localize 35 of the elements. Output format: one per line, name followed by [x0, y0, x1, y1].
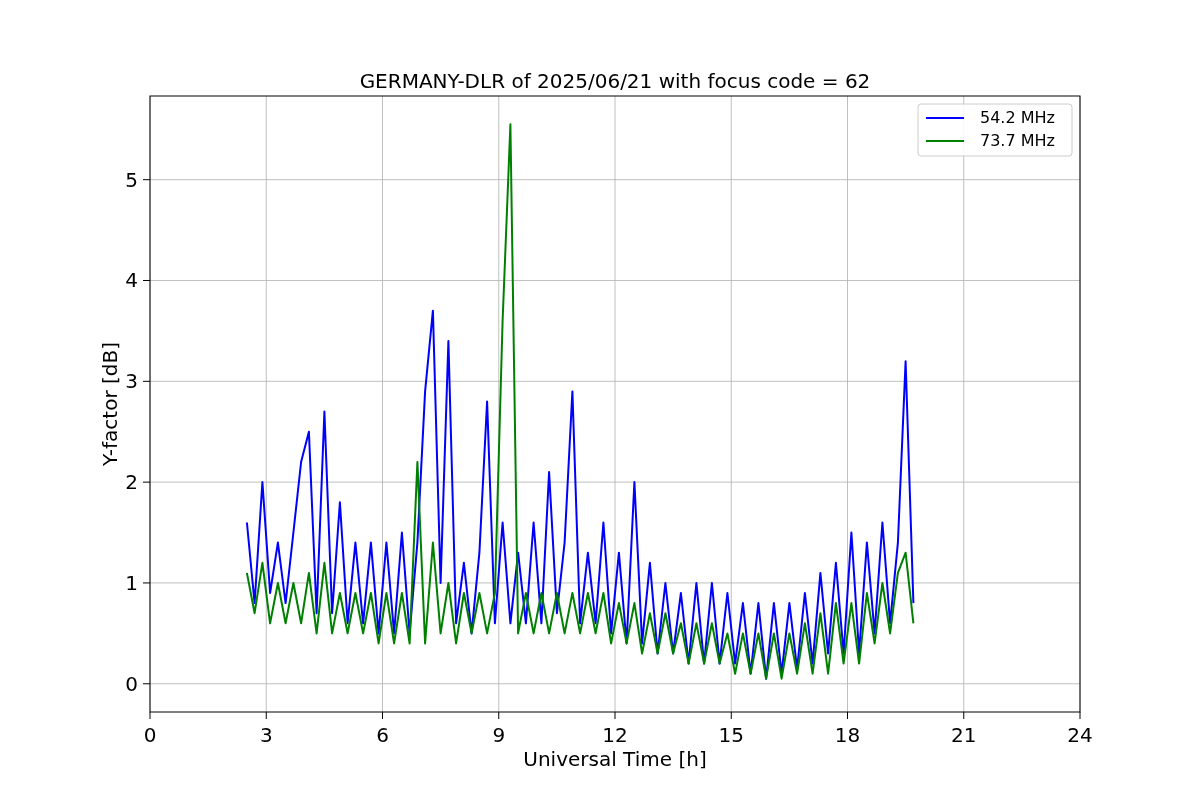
- tick-mark: [265, 711, 267, 720]
- tick-label: 3: [125, 369, 138, 394]
- tick-label: 9: [492, 723, 506, 747]
- tick-label: 0: [143, 723, 157, 747]
- tick-mark: [614, 711, 616, 720]
- axis-label: Y-factor [dB]: [98, 342, 122, 466]
- tick-mark: [142, 280, 151, 281]
- tick-label: 15: [718, 723, 744, 747]
- tick-label: 24: [1067, 723, 1093, 747]
- tick-label: 18: [834, 723, 861, 747]
- tick-mark: [382, 711, 383, 720]
- tick-label: 21: [951, 723, 977, 747]
- legend-label: 54.2 MHz: [980, 108, 1055, 127]
- tick-label: 5: [125, 167, 138, 192]
- tick-label: 1: [125, 570, 138, 595]
- tick-mark: [142, 380, 151, 382]
- tick-label: 6: [376, 723, 389, 747]
- chart-title: GERMANY-DLR of 2025/06/21 with focus code = 62: [359, 69, 871, 93]
- tick-mark: [730, 711, 732, 720]
- tick-mark: [142, 179, 151, 181]
- legend-label: 73.7 MHz: [980, 131, 1055, 150]
- tick-mark: [1079, 711, 1081, 720]
- tick-mark: [149, 711, 151, 720]
- tick-label: 3: [259, 723, 273, 747]
- tick-label: 12: [602, 723, 628, 747]
- tick-mark: [142, 582, 151, 584]
- tick-label: 2: [125, 470, 138, 495]
- tick-mark: [142, 683, 151, 685]
- tick-mark: [963, 711, 965, 720]
- tick-mark: [142, 481, 151, 483]
- tick-mark: [847, 711, 848, 720]
- tick-label: 4: [125, 268, 138, 293]
- axis-label: Universal Time [h]: [523, 747, 707, 771]
- tick-label: 0: [125, 671, 138, 696]
- tick-mark: [498, 711, 500, 720]
